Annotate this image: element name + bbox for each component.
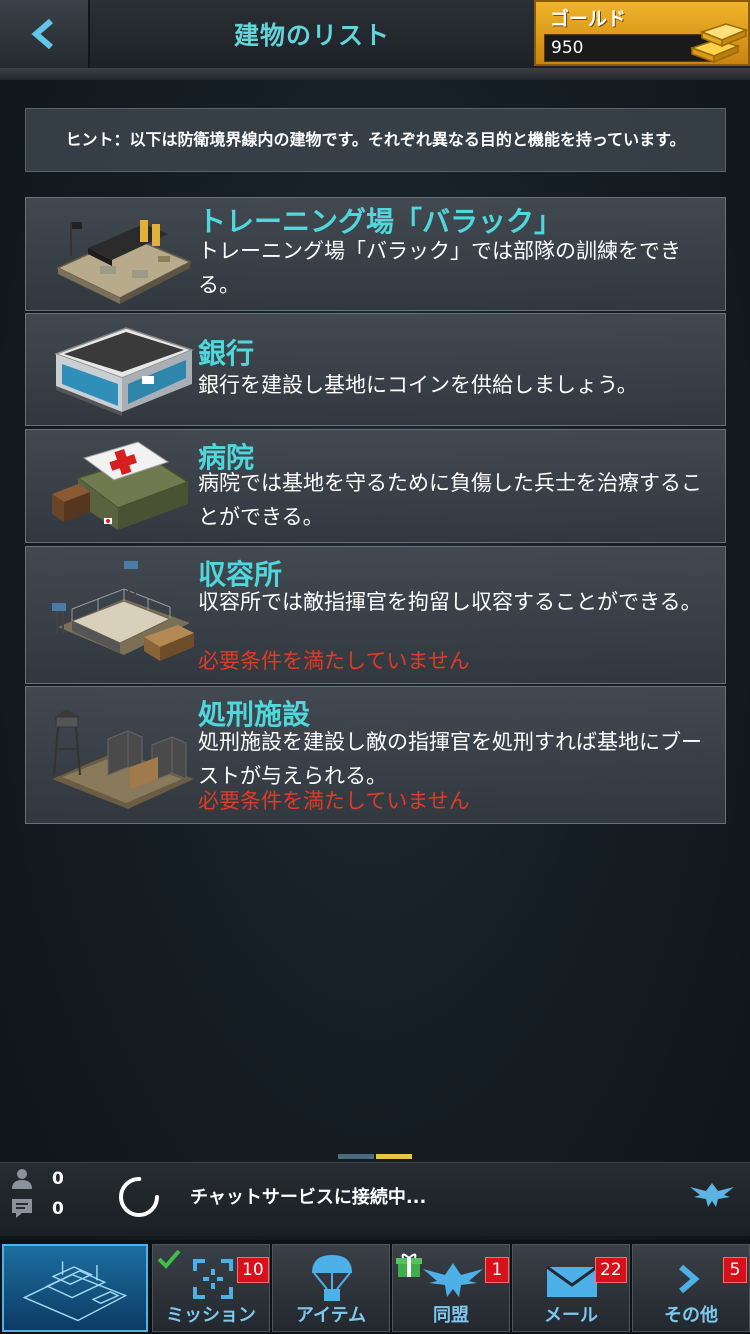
nav-mail[interactable]: 22 メール [512,1244,630,1332]
gold-display[interactable]: ゴールド 950 [534,0,750,66]
building-description: 処刑施設を建設し敵の指揮官を処刑すれば基地にブーストが与えられる。 [198,730,702,788]
online-count: 0 [52,1169,64,1189]
checkmark-icon [157,1249,181,1269]
chevron-right-icon [679,1264,700,1294]
building-card-hospital[interactable]: 病院 病院では基地を守るために負傷した兵士を治療することができる。 [25,429,726,543]
chat-bar[interactable]: 0 0 チャットサービスに接続中... [0,1162,750,1236]
notification-badge: 10 [237,1257,269,1283]
nav-missions[interactable]: 10 ミッション [152,1244,270,1332]
nav-label: その他 [664,1305,718,1326]
chat-page-dot-active [376,1154,412,1159]
building-name: 銀行 [198,337,255,370]
loading-spinner-icon [119,1177,159,1217]
nav-alliance[interactable]: 1 同盟 [392,1244,510,1332]
gold-value: 950 [551,38,584,58]
nav-label: アイテム [295,1305,367,1326]
eagle-icon [423,1263,483,1297]
building-description: トレーニング場「バラック」では部隊の訓練をできる。 [198,239,681,297]
bottom-navigation: 10 ミッション アイテム 1 同盟 22 メール 5 その他 [0,1240,750,1334]
nav-label: メール [544,1305,598,1326]
prison-image [52,561,194,661]
header-divider [0,68,750,80]
execution-facility-image [52,709,194,809]
nav-items[interactable]: アイテム [272,1244,390,1332]
building-description: 銀行を建設し基地にコインを供給しましょう。 [198,373,638,397]
bank-image [53,327,195,416]
hospital-image [52,441,190,530]
barracks-image [56,220,192,304]
chevron-left-icon [31,18,53,50]
message-count: 0 [52,1199,64,1219]
nav-label: ミッション [166,1305,256,1326]
page-title: 建物のリスト [233,21,390,50]
building-card-barracks[interactable]: トレーニング場「バラック」 トレーニング場「バラック」では部隊の訓練をできる。 [25,197,726,311]
nav-more[interactable]: 5 その他 [632,1244,750,1332]
nav-label: 同盟 [433,1305,469,1326]
alliance-emblem-icon[interactable] [688,1179,736,1209]
building-card-prison[interactable]: 収容所 収容所では敵指揮官を拘留し収容することができる。 必要条件を満たしていま… [25,546,726,684]
building-description: 収容所では敵指揮官を拘留し収容することができる。 [198,590,702,614]
gold-label: ゴールド [550,8,627,30]
top-bar: 建物のリスト ゴールド 950 [0,0,750,80]
back-button[interactable] [0,0,90,68]
building-description: 病院では基地を守るために負傷した兵士を治療することができる。 [198,471,702,529]
building-card-execution-facility[interactable]: 処刑施設 処刑施設を建設し敵の指揮官を処刑すれば基地にブーストが与えられる。 必… [25,686,726,824]
requirement-warning: 必要条件を満たしていません [198,649,470,673]
message-icon [12,1199,32,1218]
notification-badge: 22 [595,1257,627,1283]
hint-box: ヒント：以下は防衛境界線内の建物です。それぞれ異なる目的と機能を持っています。 [25,108,726,172]
gold-bars-icon [689,23,749,64]
envelope-icon [546,1265,598,1297]
notification-badge: 1 [485,1257,509,1283]
parachute-icon [312,1255,352,1301]
chat-status: チャットサービスに接続中... [190,1187,427,1208]
crosshair-icon [193,1259,233,1299]
base-thumbnail-button[interactable] [2,1244,148,1332]
chat-page-dot [338,1154,374,1159]
requirement-warning: 必要条件を満たしていません [198,789,470,813]
building-card-bank[interactable]: 銀行 銀行を建設し基地にコインを供給しましょう。 [25,313,726,426]
user-icon [12,1169,32,1189]
gift-icon [396,1253,422,1277]
notification-badge: 5 [723,1257,747,1283]
base-icon [22,1261,128,1322]
